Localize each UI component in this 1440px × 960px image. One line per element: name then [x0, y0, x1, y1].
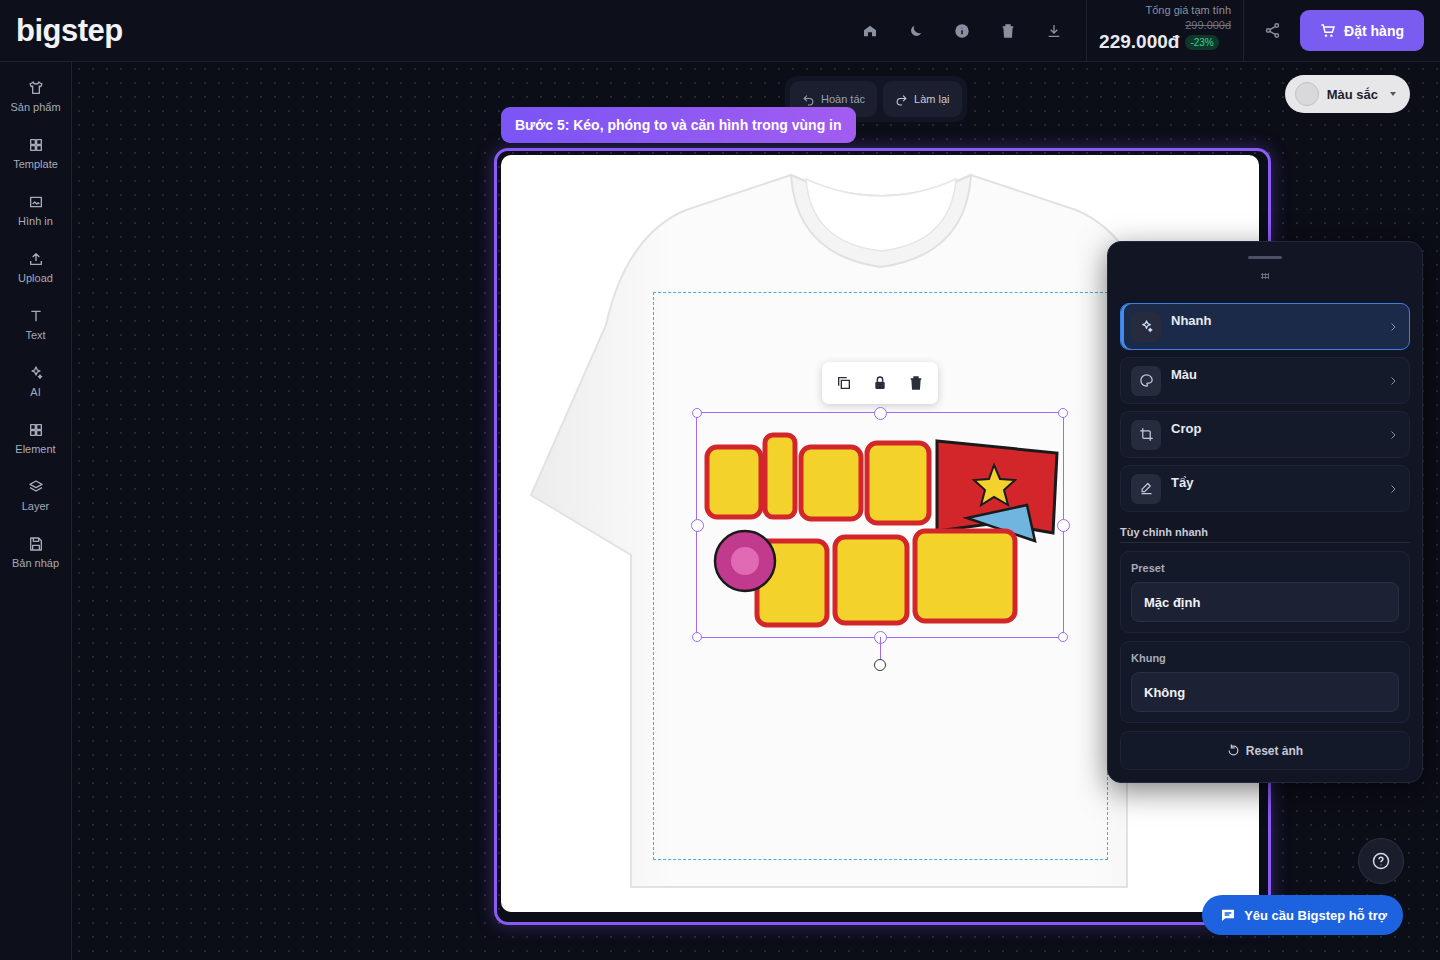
element-toolbar — [822, 362, 938, 404]
template-icon — [28, 137, 44, 153]
ai-icon — [28, 365, 44, 381]
top-bar: bigstep Tổng giá tạm tính 299.000đ 229.0… — [0, 0, 1440, 62]
design-artwork — [697, 413, 1063, 637]
sidebar-item[interactable]: Bản nháp — [0, 534, 71, 591]
delete-button[interactable] — [992, 15, 1024, 47]
resize-handle[interactable] — [1058, 408, 1068, 418]
sidebar-item[interactable]: Text — [0, 306, 71, 363]
select-field[interactable]: Không — [1131, 672, 1399, 712]
caret-icon — [1390, 92, 1396, 96]
redo-icon — [895, 93, 908, 106]
logo[interactable]: bigstep — [0, 13, 123, 49]
sidebar: Sản phẩm Template Hình in Upload Text AI… — [0, 62, 72, 960]
resize-handle[interactable] — [691, 519, 704, 532]
discount-badge: -23% — [1185, 35, 1218, 50]
dark-mode-button[interactable] — [900, 15, 932, 47]
redo-button[interactable]: Làm lại — [883, 81, 961, 117]
palette-icon — [1139, 373, 1154, 388]
sidebar-item[interactable]: Upload — [0, 249, 71, 306]
eraser-icon — [1139, 481, 1154, 496]
select-field[interactable]: Mặc định — [1131, 582, 1399, 622]
resize-handle[interactable] — [692, 408, 702, 418]
share-icon — [1264, 22, 1281, 39]
layer-icon — [28, 479, 44, 495]
chevron-right-icon — [1387, 429, 1399, 441]
download-button[interactable] — [1038, 15, 1070, 47]
field-card: Khung Không — [1120, 641, 1410, 723]
trash-icon — [1000, 23, 1016, 39]
crop-icon — [1139, 427, 1154, 442]
save-icon — [28, 536, 44, 552]
sidebar-item[interactable]: Template — [0, 135, 71, 192]
design-element[interactable] — [697, 413, 1063, 637]
chat-icon — [1220, 907, 1236, 923]
lock-button[interactable] — [866, 369, 894, 397]
moon-icon — [908, 23, 924, 39]
shirt-icon — [28, 80, 44, 96]
undo-icon — [802, 93, 815, 106]
chevron-right-icon — [1387, 483, 1399, 495]
rotate-handle[interactable] — [874, 659, 886, 671]
sparkle-icon — [1139, 319, 1154, 334]
drag-handle[interactable] — [1248, 256, 1282, 259]
tool-item[interactable]: Tẩy — [1120, 465, 1410, 512]
info-button[interactable] — [946, 15, 978, 47]
help-button[interactable] — [1358, 838, 1404, 884]
sidebar-item[interactable]: AI — [0, 363, 71, 420]
field-label: Preset — [1131, 562, 1399, 574]
price-box: Tổng giá tạm tính 299.000đ 229.000đ -23% — [1086, 0, 1244, 61]
editor-app: bigstep Tổng giá tạm tính 299.000đ 229.0… — [0, 0, 1440, 960]
text-icon — [28, 308, 44, 324]
color-swatch — [1295, 82, 1319, 106]
section-title: Tùy chỉnh nhanh — [1120, 526, 1410, 543]
order-button[interactable]: Đặt hàng — [1300, 10, 1424, 51]
chevron-right-icon — [1387, 375, 1399, 387]
rotate-stem — [880, 637, 881, 659]
reset-button[interactable]: Reset ảnh — [1120, 731, 1410, 770]
sidebar-item[interactable]: Sản phẩm — [0, 78, 71, 135]
field-label: Khung — [1131, 652, 1399, 664]
download-icon — [1046, 23, 1062, 39]
chevron-right-icon — [1387, 321, 1399, 333]
trash-icon — [908, 375, 924, 391]
sidebar-item[interactable]: Layer — [0, 477, 71, 534]
resize-handle[interactable] — [1058, 632, 1068, 642]
tool-item[interactable]: Nhanh — [1120, 303, 1410, 350]
tool-item[interactable]: Crop — [1120, 411, 1410, 458]
upload-icon — [28, 251, 44, 267]
copy-icon — [836, 375, 852, 391]
sidebar-item[interactable]: Element — [0, 420, 71, 477]
price-label: Tổng giá tạm tính — [1146, 4, 1232, 16]
step-hint: Bước 5: Kéo, phóng to và căn hình trong … — [501, 107, 856, 143]
info-icon — [954, 23, 970, 39]
top-actions — [854, 15, 1070, 47]
edit-panel: Nhanh Màu Crop Tẩy Tùy chỉnh nhanh Prese… — [1107, 241, 1423, 783]
element-icon — [28, 422, 44, 438]
support-button[interactable]: Yêu cầu Bigstep hỗ trợ — [1202, 895, 1403, 935]
grip-icon — [1261, 273, 1269, 279]
image-icon — [28, 194, 44, 210]
sidebar-item[interactable]: Hình in — [0, 192, 71, 249]
resize-handle[interactable] — [874, 407, 887, 420]
canvas-area: Hoàn tác Làm lại Màu sắc Bước 5: Kéo, ph… — [72, 62, 1440, 960]
delete-element-button[interactable] — [902, 369, 930, 397]
share-button[interactable] — [1256, 15, 1288, 47]
field-card: Preset Mặc định — [1120, 551, 1410, 633]
lock-icon — [872, 375, 888, 391]
home-button[interactable] — [854, 15, 886, 47]
resize-handle[interactable] — [692, 632, 702, 642]
cart-icon — [1320, 23, 1336, 39]
current-price: 229.000đ — [1099, 31, 1179, 53]
home-icon — [862, 23, 878, 39]
tool-item[interactable]: Màu — [1120, 357, 1410, 404]
reset-icon — [1227, 744, 1240, 757]
question-icon — [1372, 852, 1390, 870]
resize-handle[interactable] — [1057, 519, 1070, 532]
color-dropdown[interactable]: Màu sắc — [1285, 75, 1410, 113]
duplicate-button[interactable] — [830, 369, 858, 397]
original-price: 299.000đ — [1185, 19, 1231, 31]
